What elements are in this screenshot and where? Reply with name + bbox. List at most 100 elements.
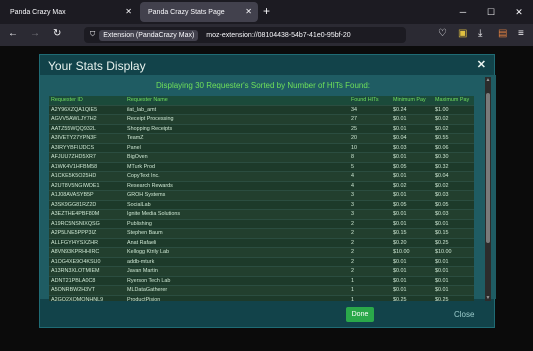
- close-tab-icon[interactable]: ✕: [245, 7, 252, 16]
- table-cell: Receipt Processing: [125, 114, 349, 125]
- extension-icon[interactable]: ▣: [458, 28, 467, 39]
- close-window-icon[interactable]: ✕: [505, 0, 533, 24]
- table-cell: 1: [349, 295, 391, 301]
- table-cell: 1: [349, 285, 391, 296]
- table-cell: Research Rewards: [125, 181, 349, 191]
- reload-icon[interactable]: ↻: [53, 28, 61, 39]
- column-header[interactable]: Requester Name: [125, 96, 349, 106]
- table-row: A3EZTHE4PBF80M Ignite Media Solutions 3 $0.…: [49, 209, 474, 220]
- table-body: A2Y96XZQA1QIE5 ilat_lab_amt 34 $0.24 $1.00 AG…: [49, 105, 474, 301]
- modal-body: Displaying 30 Requester's Sorted by Numb…: [40, 75, 496, 301]
- table-cell: $0.32: [433, 162, 474, 172]
- table-cell: SocialLab: [125, 200, 349, 210]
- tab-stats-page[interactable]: Panda Crazy Stats Page ✕: [140, 2, 258, 22]
- table-cell: $0.15: [391, 228, 433, 239]
- download-icon[interactable]: ⤓: [478, 28, 482, 39]
- table-row: AATZ55WQQ932L Shopping Receipts 25 $0.01 $0.…: [49, 124, 474, 134]
- table-row: A1OG4XE9O4KSU0 addb-mturk 2 $0.01 $0.01: [49, 257, 474, 267]
- navigation-bar: ← → ↻ ⛉ Extension (PandaCrazy Max) moz-e…: [0, 24, 533, 46]
- table-row: A2P5LNE5PPP3IZ Stephen Baum 2 $0.15 $0.15: [49, 228, 474, 239]
- scroll-up-icon[interactable]: ▲: [485, 77, 491, 83]
- table-cell: $0.01: [433, 285, 474, 296]
- table-cell: 34: [349, 105, 391, 115]
- table-cell: AATZ55WQQ932L: [49, 124, 125, 134]
- table-cell: addb-mturk: [125, 257, 349, 267]
- table-row: A1CKE5K5O25HD CopyText Inc. 4 $0.01 $0.04: [49, 171, 474, 182]
- table-cell: 3: [349, 209, 391, 220]
- table-cell: 2: [349, 219, 391, 229]
- table-cell: Shopping Receipts: [125, 124, 349, 134]
- new-tab-icon[interactable]: +: [263, 4, 270, 18]
- table-cell: 5: [349, 162, 391, 172]
- table-cell: Panel: [125, 143, 349, 153]
- table-cell: $0.01: [433, 257, 474, 267]
- table-cell: $0.01: [391, 266, 433, 277]
- table-cell: $0.01: [391, 276, 433, 286]
- table-cell: Publishing: [125, 219, 349, 229]
- table-cell: $0.01: [391, 285, 433, 296]
- extension-badge[interactable]: Extension (PandaCrazy Max): [99, 29, 199, 41]
- column-header[interactable]: Maximum Pay: [433, 96, 474, 106]
- table-cell: A3IRYYBFIIJDCS: [49, 143, 125, 153]
- table-cell: A3SK9GG81RZ2D: [49, 200, 125, 210]
- minimize-icon[interactable]: ─: [449, 0, 477, 24]
- close-button[interactable]: Close: [454, 310, 474, 319]
- forward-arrow-icon[interactable]: →: [30, 28, 40, 39]
- scrollbar[interactable]: ▲ ▼: [485, 77, 491, 301]
- table-cell: $0.24: [391, 105, 433, 115]
- table-cell: $0.01: [391, 219, 433, 229]
- table-row: A3IVETY27YPN3F TeamZ 20 $0.04 $0.55: [49, 133, 474, 144]
- column-header[interactable]: Requester ID: [49, 96, 125, 106]
- url-text[interactable]: moz-extension://08104438-54b7-41e0-95bf-…: [206, 32, 350, 39]
- table-row: A2UT8V5NGIWDE1 Research Rewards 4 $0.02 $0.0…: [49, 181, 474, 191]
- maximize-icon[interactable]: ☐: [477, 0, 505, 24]
- table-row: A3IRYYBFIIJDCS Panel 10 $0.03 $0.06: [49, 143, 474, 153]
- menu-icon[interactable]: ≡: [518, 28, 524, 39]
- scroll-down-icon[interactable]: ▼: [485, 295, 491, 301]
- addon-icon[interactable]: ▤: [498, 28, 507, 39]
- column-header[interactable]: Found HITs: [349, 96, 391, 106]
- table-cell: A3IVETY27YPN3F: [49, 133, 125, 144]
- table-cell: $0.03: [433, 209, 474, 220]
- tab-panda-crazy-max[interactable]: Panda Crazy Max ✕: [2, 2, 138, 22]
- done-button[interactable]: Done: [346, 307, 374, 322]
- table-row: A3SK9GG81RZ2D SocialLab 3 $0.05 $0.05: [49, 200, 474, 210]
- table-cell: $10.00: [433, 247, 474, 258]
- table-cell: A1WK4V1HFBM58: [49, 162, 125, 172]
- tab-bar: Panda Crazy Max ✕ Panda Crazy Stats Page…: [0, 0, 533, 24]
- table-cell: A2Y96XZQA1QIE5: [49, 105, 125, 115]
- table-cell: ADNT21PBLA0C8: [49, 276, 125, 286]
- pocket-icon[interactable]: ♡: [438, 28, 447, 39]
- table-cell: 2: [349, 238, 391, 248]
- table-cell: A1CKE5K5O25HD: [49, 171, 125, 182]
- table-cell: TeamZ: [125, 133, 349, 144]
- table-cell: $0.25: [391, 295, 433, 301]
- back-arrow-icon[interactable]: ←: [8, 28, 18, 39]
- close-icon[interactable]: ✕: [477, 58, 486, 71]
- shield-icon[interactable]: ⛉: [90, 31, 95, 39]
- table-cell: ALLFGYI4YSXZHR: [49, 238, 125, 248]
- table-row: A19RC5NSNIXQSG Publishing 2 $0.01 $0.01: [49, 219, 474, 229]
- table-cell: 4: [349, 171, 391, 182]
- table-row: A1WK4V1HFBM58 MTurk Prod 5 $0.05 $0.32: [49, 162, 474, 172]
- scrollbar-thumb[interactable]: [486, 93, 490, 243]
- table-cell: $0.05: [391, 200, 433, 210]
- close-tab-icon[interactable]: ✕: [125, 7, 132, 16]
- table-cell: $0.05: [433, 200, 474, 210]
- table-cell: 10: [349, 143, 391, 153]
- table-cell: $0.30: [433, 152, 474, 163]
- table-cell: Kellogg Ktrily Lab: [125, 247, 349, 258]
- table-row: A13RN3XLOTMIEM Javan Martin 2 $0.01 $0.01: [49, 266, 474, 277]
- url-bar[interactable]: ⛉ Extension (PandaCrazy Max) moz-extensi…: [84, 27, 406, 43]
- table-row: A8VN93KPRHHIRC Kellogg Ktrily Lab 2 $10.00 $…: [49, 247, 474, 258]
- column-header[interactable]: Minimum Pay: [391, 96, 433, 106]
- modal-title: Your Stats Display: [48, 59, 146, 73]
- table-cell: A1OG4XE9O4KSU0: [49, 257, 125, 267]
- table-cell: A13RN3XLOTMIEM: [49, 266, 125, 277]
- table-cell: GROH Systems: [125, 190, 349, 201]
- table-cell: $0.06: [433, 143, 474, 153]
- table-cell: 27: [349, 114, 391, 125]
- table-cell: $0.02: [433, 181, 474, 191]
- table-header-row: Requester ID Requester Name Found HITs M…: [49, 96, 474, 106]
- table-cell: BigOven: [125, 152, 349, 163]
